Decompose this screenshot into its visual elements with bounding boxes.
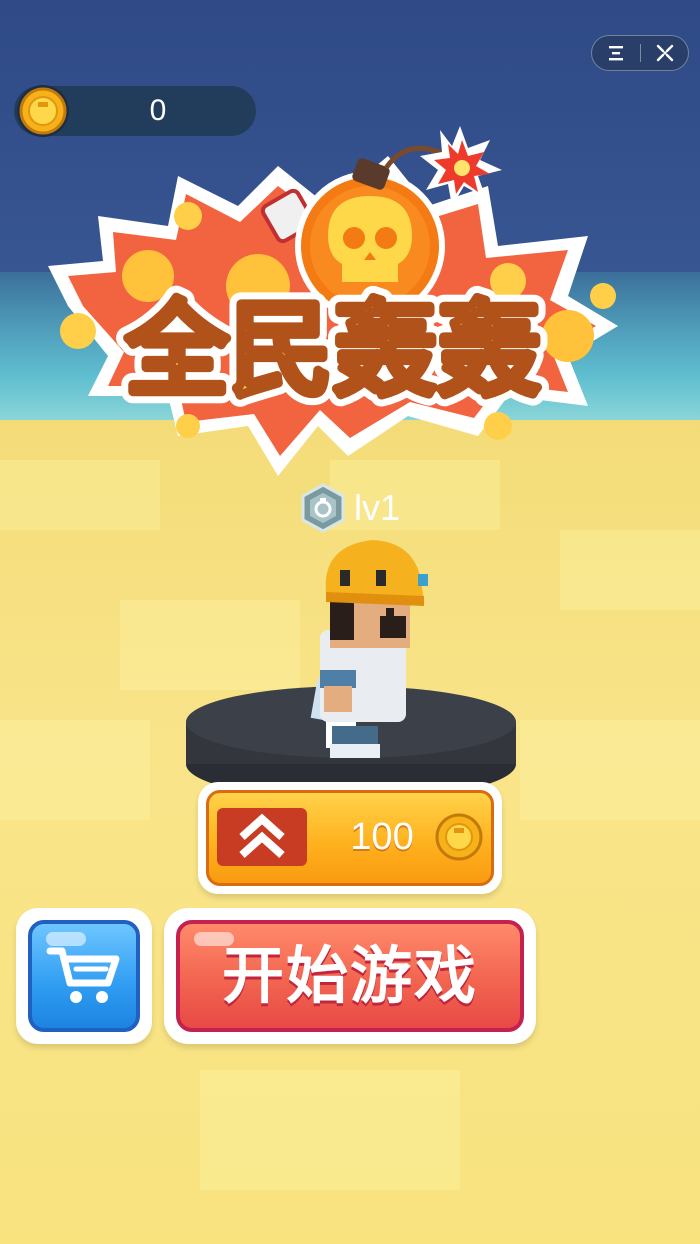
start-game-button-face: 开始游戏: [176, 920, 524, 1032]
close-button[interactable]: [641, 36, 689, 70]
logo-title: 全民轰轰: [124, 289, 541, 411]
coin-icon: [435, 813, 483, 861]
upgrade-button[interactable]: 100: [198, 782, 502, 894]
start-game-button[interactable]: 开始游戏: [164, 908, 536, 1044]
menu-icon: [609, 46, 623, 61]
cart-icon: [46, 947, 120, 1003]
game-logo: 全民轰轰 全民轰轰: [48, 126, 618, 476]
upgrade-cost: 100: [350, 816, 414, 858]
upgrade-button-face: 100: [206, 790, 494, 886]
start-game-label: 开始游戏: [221, 939, 478, 1012]
spark-icon: [420, 126, 502, 206]
menu-button[interactable]: [592, 36, 640, 70]
player-character: [310, 540, 428, 758]
hexagon-badge-icon: [301, 483, 345, 533]
double-chevron-up-icon: [239, 813, 285, 858]
close-target-icon: [656, 44, 674, 62]
system-capsule: [591, 35, 689, 71]
shop-button[interactable]: [16, 908, 152, 1044]
button-shine: [46, 932, 86, 946]
player-level: lv1: [300, 483, 401, 533]
level-label: lv1: [354, 487, 401, 528]
upgrade-arrow-box: [217, 808, 307, 866]
shop-button-face: [28, 920, 140, 1032]
